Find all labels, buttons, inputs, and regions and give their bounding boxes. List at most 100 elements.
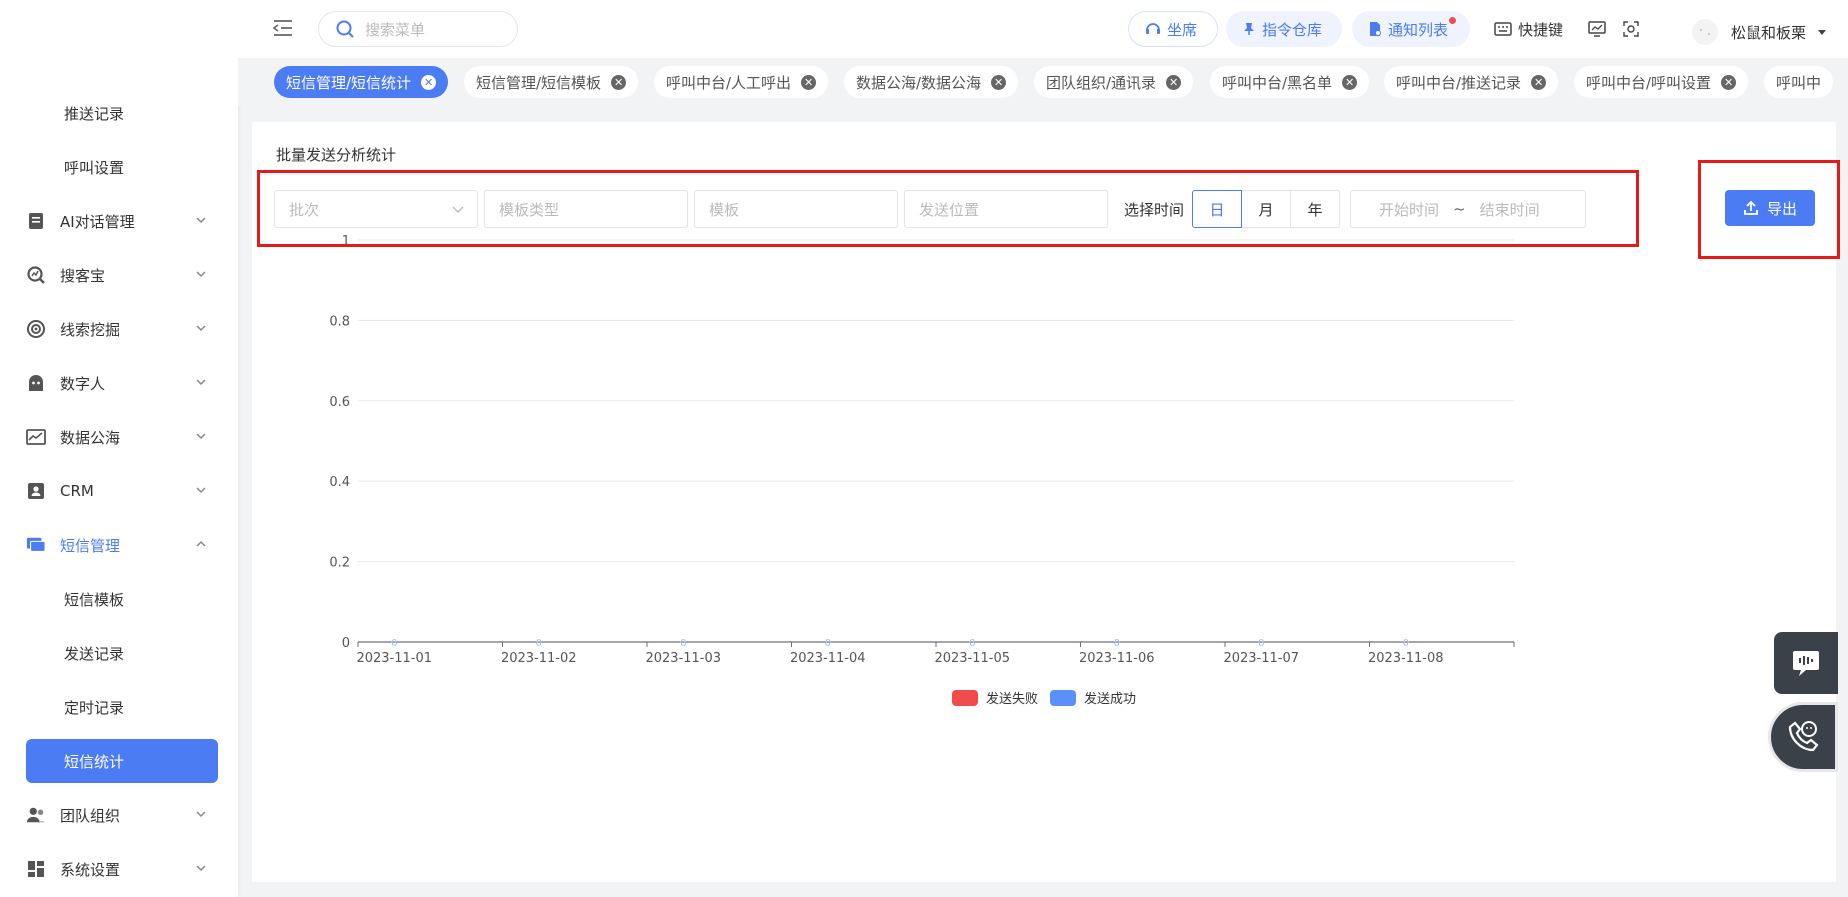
sidebar-item-sms-template[interactable]: 短信模板 <box>26 577 218 621</box>
y-tick-label: 0.8 <box>329 314 350 329</box>
tab-push-records[interactable]: 呼叫中台/推送记录 ✕ <box>1384 66 1559 98</box>
sidebar-item-call-settings[interactable]: 呼叫设置 <box>26 145 218 189</box>
sidebar-item-data-pool[interactable]: 数据公海 <box>26 415 218 459</box>
tab-sms-template[interactable]: 短信管理/短信模板 ✕ <box>464 66 639 98</box>
close-icon[interactable]: ✕ <box>1166 74 1182 90</box>
voice-assistant-button[interactable] <box>1774 632 1838 694</box>
close-icon[interactable]: ✕ <box>801 74 817 90</box>
sidebar-item-label: 线索挖掘 <box>60 320 121 339</box>
data-label: 0 <box>536 638 542 649</box>
data-label: 0 <box>825 638 831 649</box>
keyboard-icon <box>1494 22 1512 36</box>
close-icon[interactable]: ✕ <box>1721 74 1737 90</box>
sidebar: 推送记录 呼叫设置 AI对话管理 搜客宝 线索挖掘 数字人 数据公海 CRM 短… <box>0 0 238 897</box>
sidebar-item-label: 系统设置 <box>60 860 121 879</box>
chevron-down-icon <box>196 271 206 278</box>
x-tick-label: 2023-11-04 <box>790 651 866 666</box>
chevron-down-icon <box>196 433 206 440</box>
chart-grid <box>358 239 1514 563</box>
voice-message-icon <box>1793 651 1819 676</box>
sidebar-item-soukebao[interactable]: 搜客宝 <box>26 253 218 297</box>
user-menu[interactable]: 松鼠和板栗 <box>1691 18 1828 46</box>
search-input[interactable]: 搜索菜单 <box>318 11 518 47</box>
magnifier-chart-icon <box>26 265 46 285</box>
chevron-down-icon <box>196 487 206 494</box>
screenshot-icon[interactable] <box>1623 18 1639 40</box>
sidebar-item-push-records[interactable]: 推送记录 <box>26 91 218 135</box>
close-icon[interactable]: ✕ <box>611 74 627 90</box>
chevron-down-icon <box>196 811 206 818</box>
chevron-down-icon <box>196 865 206 872</box>
sidebar-item-team[interactable]: 团队组织 <box>26 793 218 837</box>
message-icon <box>26 535 46 555</box>
data-label: 0 <box>969 638 975 649</box>
avatar <box>1691 19 1718 45</box>
sidebar-item-sms-management[interactable]: 短信管理 <box>26 523 218 567</box>
y-tick-label: 0.6 <box>329 395 350 410</box>
chevron-down-icon <box>196 217 206 224</box>
chart-line-icon <box>26 427 46 447</box>
chart-legend: 发送失败 发送成功 <box>952 690 1136 707</box>
sidebar-item-label: CRM <box>60 482 94 500</box>
close-icon[interactable]: ✕ <box>1342 74 1358 90</box>
data-label: 0 <box>1403 638 1409 649</box>
tab-contacts[interactable]: 团队组织/通讯录 ✕ <box>1034 66 1194 98</box>
tab-call-truncated[interactable]: 呼叫中 <box>1764 66 1834 98</box>
tab-call-settings[interactable]: 呼叫中台/呼叫设置 ✕ <box>1574 66 1749 98</box>
sidebar-item-system-settings[interactable]: 系统设置 <box>26 847 218 891</box>
contact-card-icon <box>26 481 46 501</box>
notification-list-button[interactable]: 通知列表 <box>1352 11 1470 47</box>
tab-blacklist[interactable]: 呼叫中台/黑名单 ✕ <box>1210 66 1370 98</box>
tab-data-pool[interactable]: 数据公海/数据公海 ✕ <box>844 66 1019 98</box>
chevron-down-icon <box>196 379 206 386</box>
pin-icon <box>1244 23 1254 35</box>
legend-swatch <box>952 690 978 706</box>
top-bar: 搜索菜单 坐席 指令仓库 通知列表 快捷键 松鼠和板栗 <box>238 0 1848 58</box>
close-icon[interactable]: ✕ <box>421 74 437 90</box>
bars: 0 0 0 0 0 0 0 0 <box>391 638 1409 649</box>
target-icon <box>26 319 46 339</box>
legend-label: 发送失败 <box>986 691 1038 707</box>
sidebar-item-scheduled-records[interactable]: 定时记录 <box>26 685 218 729</box>
sidebar-item-crm[interactable]: CRM <box>26 469 218 513</box>
screen-monitor-icon[interactable] <box>1588 18 1606 40</box>
x-tick-label: 2023-11-01 <box>356 651 432 666</box>
phone-button[interactable] <box>1768 702 1838 772</box>
dashboard-icon <box>26 859 46 879</box>
sidebar-item-ai-dialog[interactable]: AI对话管理 <box>26 199 218 243</box>
sidebar-item-send-records[interactable]: 发送记录 <box>26 631 218 675</box>
x-tick-label: 2023-11-08 <box>1368 651 1444 666</box>
robot-icon <box>26 373 46 393</box>
data-label: 0 <box>680 638 686 649</box>
y-axis-ticks: 00.20.40.60.81 <box>329 234 350 651</box>
highlight-filter-box <box>257 170 1639 247</box>
x-tick-label: 2023-11-02 <box>501 651 577 666</box>
sidebar-item-digital-human[interactable]: 数字人 <box>26 361 218 405</box>
sidebar-item-sms-stats[interactable]: 短信统计 <box>26 739 218 783</box>
time-option-day[interactable]: 日 <box>1192 190 1242 228</box>
tab-sms-stats[interactable]: 短信管理/短信统计 ✕ <box>274 66 449 98</box>
shortcut-button[interactable]: 快捷键 <box>1494 18 1563 40</box>
command-warehouse-button[interactable]: 指令仓库 <box>1226 11 1342 47</box>
x-tick-label: 2023-11-06 <box>1079 651 1155 666</box>
sidebar-item-label: 短信管理 <box>60 536 121 555</box>
y-tick-label: 0.4 <box>329 475 350 490</box>
close-icon[interactable]: ✕ <box>1531 74 1547 90</box>
data-label: 0 <box>1114 638 1120 649</box>
close-icon[interactable]: ✕ <box>991 74 1007 90</box>
phone-icon <box>1788 721 1819 752</box>
headset-icon <box>1146 23 1160 34</box>
legend-swatch <box>1050 690 1076 706</box>
sidebar-item-label: AI对话管理 <box>60 212 135 231</box>
data-label: 0 <box>391 638 397 649</box>
menu-fold-icon[interactable] <box>272 18 294 38</box>
seat-button[interactable]: 坐席 <box>1128 11 1218 47</box>
x-tick-label: 2023-11-03 <box>645 651 721 666</box>
sidebar-item-lead-mining[interactable]: 线索挖掘 <box>26 307 218 351</box>
username: 松鼠和板栗 <box>1730 23 1806 42</box>
notification-dot <box>1449 17 1456 24</box>
tab-manual-call[interactable]: 呼叫中台/人工呼出 ✕ <box>654 66 829 98</box>
x-tick-label: 2023-11-05 <box>934 651 1010 666</box>
search-icon <box>336 20 354 38</box>
y-tick-label: 0.2 <box>329 556 350 571</box>
